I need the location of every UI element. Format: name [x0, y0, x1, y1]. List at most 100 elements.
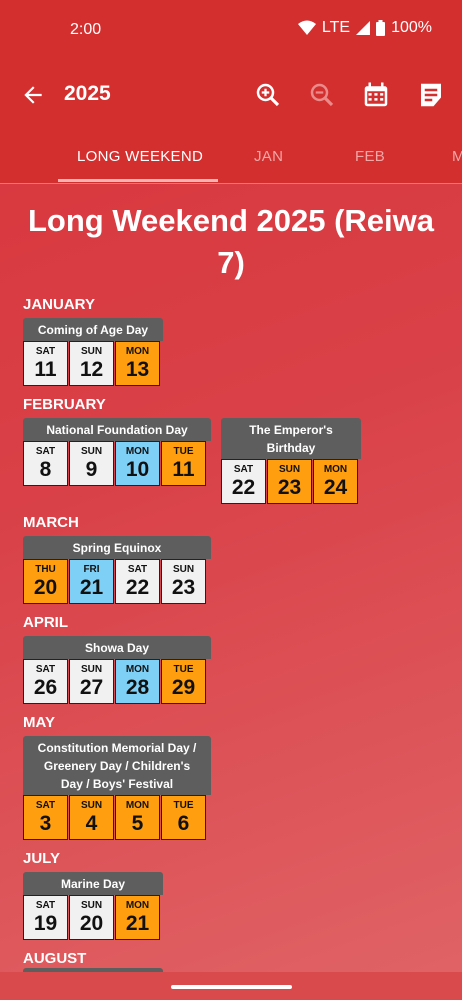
day-of-week: MON: [125, 899, 150, 911]
status-indicators: LTE 100%: [297, 19, 432, 37]
day-of-week: SAT: [35, 899, 56, 911]
month-label-july: JULY: [23, 850, 60, 867]
day-cell[interactable]: SUN 20: [69, 895, 114, 940]
day-number: 27: [79, 675, 104, 699]
day-cell[interactable]: TUE 29: [161, 659, 206, 704]
day-cell[interactable]: SAT 26: [23, 659, 68, 704]
holiday-card[interactable]: Marine Day SAT 19 SUN 20 MON 21: [23, 872, 163, 940]
day-cell[interactable]: SAT 8: [23, 441, 68, 486]
day-number: 13: [125, 357, 150, 381]
day-number: 22: [125, 575, 150, 599]
holiday-card[interactable]: National Foundation Day SAT 8 SUN 9 MON 10 …: [23, 418, 211, 486]
note-icon[interactable]: [416, 80, 446, 110]
day-cell[interactable]: SUN 23: [161, 559, 206, 604]
day-cell[interactable]: MON 28: [115, 659, 160, 704]
day-number: 10: [125, 457, 150, 481]
status-time: 2:00: [70, 21, 102, 38]
day-of-week: MON: [125, 445, 150, 457]
zoom-in-icon[interactable]: [253, 80, 283, 110]
tab-feb[interactable]: FEB: [355, 148, 385, 165]
arrow-back-icon[interactable]: [20, 82, 46, 108]
holiday-card[interactable]: The Emperor's Birthday SAT 22 SUN 23 MON 24: [221, 418, 361, 504]
day-of-week: SAT: [35, 663, 56, 675]
battery-percent: 100%: [391, 19, 432, 36]
app-bar: 2025: [0, 60, 462, 130]
wifi-icon: [297, 20, 316, 35]
day-cell[interactable]: MON 10: [115, 441, 160, 486]
day-cell[interactable]: MON 5: [115, 795, 160, 840]
page-title-line1: Long Weekend 2025 (Reiwa: [28, 203, 434, 238]
day-of-week: SUN: [80, 445, 103, 457]
battery-icon: [376, 20, 386, 36]
day-cell[interactable]: SUN 9: [69, 441, 114, 486]
holiday-name-line: Constitution Memorial Day /: [37, 740, 197, 755]
tab-long-weekend[interactable]: LONG WEEKEND: [77, 148, 203, 165]
holiday-name: Showa Day: [23, 636, 211, 659]
day-of-week: MON: [125, 799, 150, 811]
day-cell[interactable]: SUN 4: [69, 795, 114, 840]
day-of-week: SAT: [233, 463, 254, 475]
day-row: SAT 19 SUN 20 MON 21: [23, 895, 163, 940]
holiday-name-line: Day / Boys' Festival: [60, 776, 174, 791]
day-cell[interactable]: FRI 21: [69, 559, 114, 604]
holiday-name: Spring Equinox: [23, 536, 211, 559]
page-title: Long Weekend 2025 (Reiwa 7): [0, 200, 462, 284]
day-cell[interactable]: SAT 19: [23, 895, 68, 940]
day-cell[interactable]: MON 24: [313, 459, 358, 504]
day-number: 20: [33, 575, 58, 599]
holiday-card[interactable]: Showa Day SAT 26 SUN 27 MON 28 TUE 29: [23, 636, 211, 704]
day-of-week: TUE: [173, 799, 194, 811]
holiday-name: Constitution Memorial Day / Greenery Day…: [23, 736, 211, 795]
holiday-name: Coming of Age Day: [23, 318, 163, 341]
tab-jan[interactable]: JAN: [254, 148, 283, 165]
day-of-week: SAT: [35, 445, 56, 457]
day-of-week: SUN: [80, 899, 103, 911]
day-number: 26: [33, 675, 58, 699]
day-number: 19: [33, 911, 58, 935]
day-number: 24: [323, 475, 348, 499]
app-title: 2025: [64, 82, 111, 105]
day-cell[interactable]: TUE 6: [161, 795, 206, 840]
day-cell[interactable]: SUN 27: [69, 659, 114, 704]
day-number: 20: [79, 911, 104, 935]
day-of-week: MON: [125, 345, 150, 357]
holiday-card[interactable]: Constitution Memorial Day / Greenery Day…: [23, 736, 211, 840]
day-of-week: SUN: [80, 345, 103, 357]
day-number: 23: [171, 575, 196, 599]
status-bar: 2:00 LTE 100%: [0, 0, 462, 60]
day-cell[interactable]: TUE 11: [161, 441, 206, 486]
tab-mar[interactable]: M: [452, 148, 462, 165]
day-cell[interactable]: SUN 12: [69, 341, 114, 386]
holiday-card[interactable]: Coming of Age Day SAT 11 SUN 12 MON 13: [23, 318, 163, 386]
day-row: SAT 3 SUN 4 MON 5 TUE 6: [23, 795, 211, 840]
day-row: THU 20 FRI 21 SAT 22 SUN 23: [23, 559, 211, 604]
day-of-week: TUE: [173, 663, 194, 675]
day-number: 8: [39, 457, 52, 481]
day-of-week: THU: [35, 563, 56, 575]
day-cell[interactable]: THU 20: [23, 559, 68, 604]
day-number: 22: [231, 475, 256, 499]
month-label-january: JANUARY: [23, 296, 95, 313]
day-cell[interactable]: MON 21: [115, 895, 160, 940]
tab-indicator: [58, 179, 218, 182]
day-cell[interactable]: SAT 22: [221, 459, 266, 504]
month-label-february: FEBRUARY: [23, 396, 106, 413]
holiday-name: Marine Day: [23, 872, 163, 895]
month-label-march: MARCH: [23, 514, 79, 531]
day-cell[interactable]: SAT 3: [23, 795, 68, 840]
day-number: 23: [277, 475, 302, 499]
month-label-may: MAY: [23, 714, 55, 731]
day-number: 11: [34, 357, 57, 381]
day-of-week: SAT: [127, 563, 148, 575]
home-gesture-handle[interactable]: [171, 985, 292, 989]
day-cell[interactable]: SAT 22: [115, 559, 160, 604]
day-cell[interactable]: MON 13: [115, 341, 160, 386]
day-cell[interactable]: SAT 11: [23, 341, 68, 386]
zoom-out-icon[interactable]: [307, 80, 337, 110]
holiday-card[interactable]: Spring Equinox THU 20 FRI 21 SAT 22 SUN 23: [23, 536, 211, 604]
page-title-line2: 7): [217, 245, 245, 280]
day-number: 11: [172, 457, 195, 481]
day-cell[interactable]: SUN 23: [267, 459, 312, 504]
day-of-week: TUE: [173, 445, 194, 457]
calendar-icon[interactable]: [361, 80, 391, 110]
